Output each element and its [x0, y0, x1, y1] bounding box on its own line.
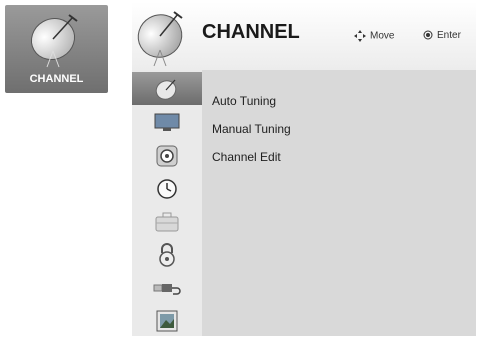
- satellite-dish-icon: [155, 79, 177, 100]
- sidebar-item-photo[interactable]: [132, 304, 202, 337]
- sidebar-item-lock[interactable]: [132, 238, 202, 271]
- satellite-dish-icon: [30, 14, 78, 68]
- satellite-dish-icon: [137, 11, 183, 67]
- sidebar-item-usb[interactable]: [132, 271, 202, 304]
- sidebar-item-option[interactable]: [132, 205, 202, 238]
- channel-tile[interactable]: CHANNEL: [5, 5, 108, 93]
- enter-hint: Enter: [423, 30, 461, 41]
- move-hint-label: Move: [370, 30, 395, 42]
- clock-icon: [157, 178, 177, 199]
- picture-icon: [156, 310, 178, 331]
- channel-menu-panel: CHANNEL Move Enter Auto Tuning Manual Tu…: [132, 2, 476, 336]
- menu-item-channel-edit[interactable]: Channel Edit: [212, 150, 281, 164]
- briefcase-icon: [155, 212, 179, 231]
- menu-content: Auto Tuning Manual Tuning Channel Edit: [202, 70, 476, 336]
- menu-item-auto-tuning[interactable]: Auto Tuning: [212, 94, 276, 108]
- menu-header: CHANNEL Move Enter: [132, 2, 476, 70]
- tile-label: CHANNEL: [29, 73, 84, 85]
- enter-hint-label: Enter: [437, 30, 461, 41]
- lock-icon: [159, 242, 175, 267]
- sidebar-item-channel[interactable]: [132, 72, 202, 105]
- sidebar-item-picture[interactable]: [132, 106, 202, 139]
- speaker-icon: [156, 145, 178, 166]
- category-sidebar: [132, 70, 202, 336]
- page-title: CHANNEL: [202, 21, 300, 43]
- usb-plug-icon: [153, 283, 181, 295]
- enter-button-icon: [423, 30, 433, 40]
- move-hint: Move: [354, 30, 394, 42]
- monitor-icon: [154, 113, 180, 131]
- sidebar-item-time[interactable]: [132, 172, 202, 205]
- move-arrows-icon: [354, 30, 366, 42]
- menu-item-manual-tuning[interactable]: Manual Tuning: [212, 122, 291, 136]
- sidebar-item-audio[interactable]: [132, 139, 202, 172]
